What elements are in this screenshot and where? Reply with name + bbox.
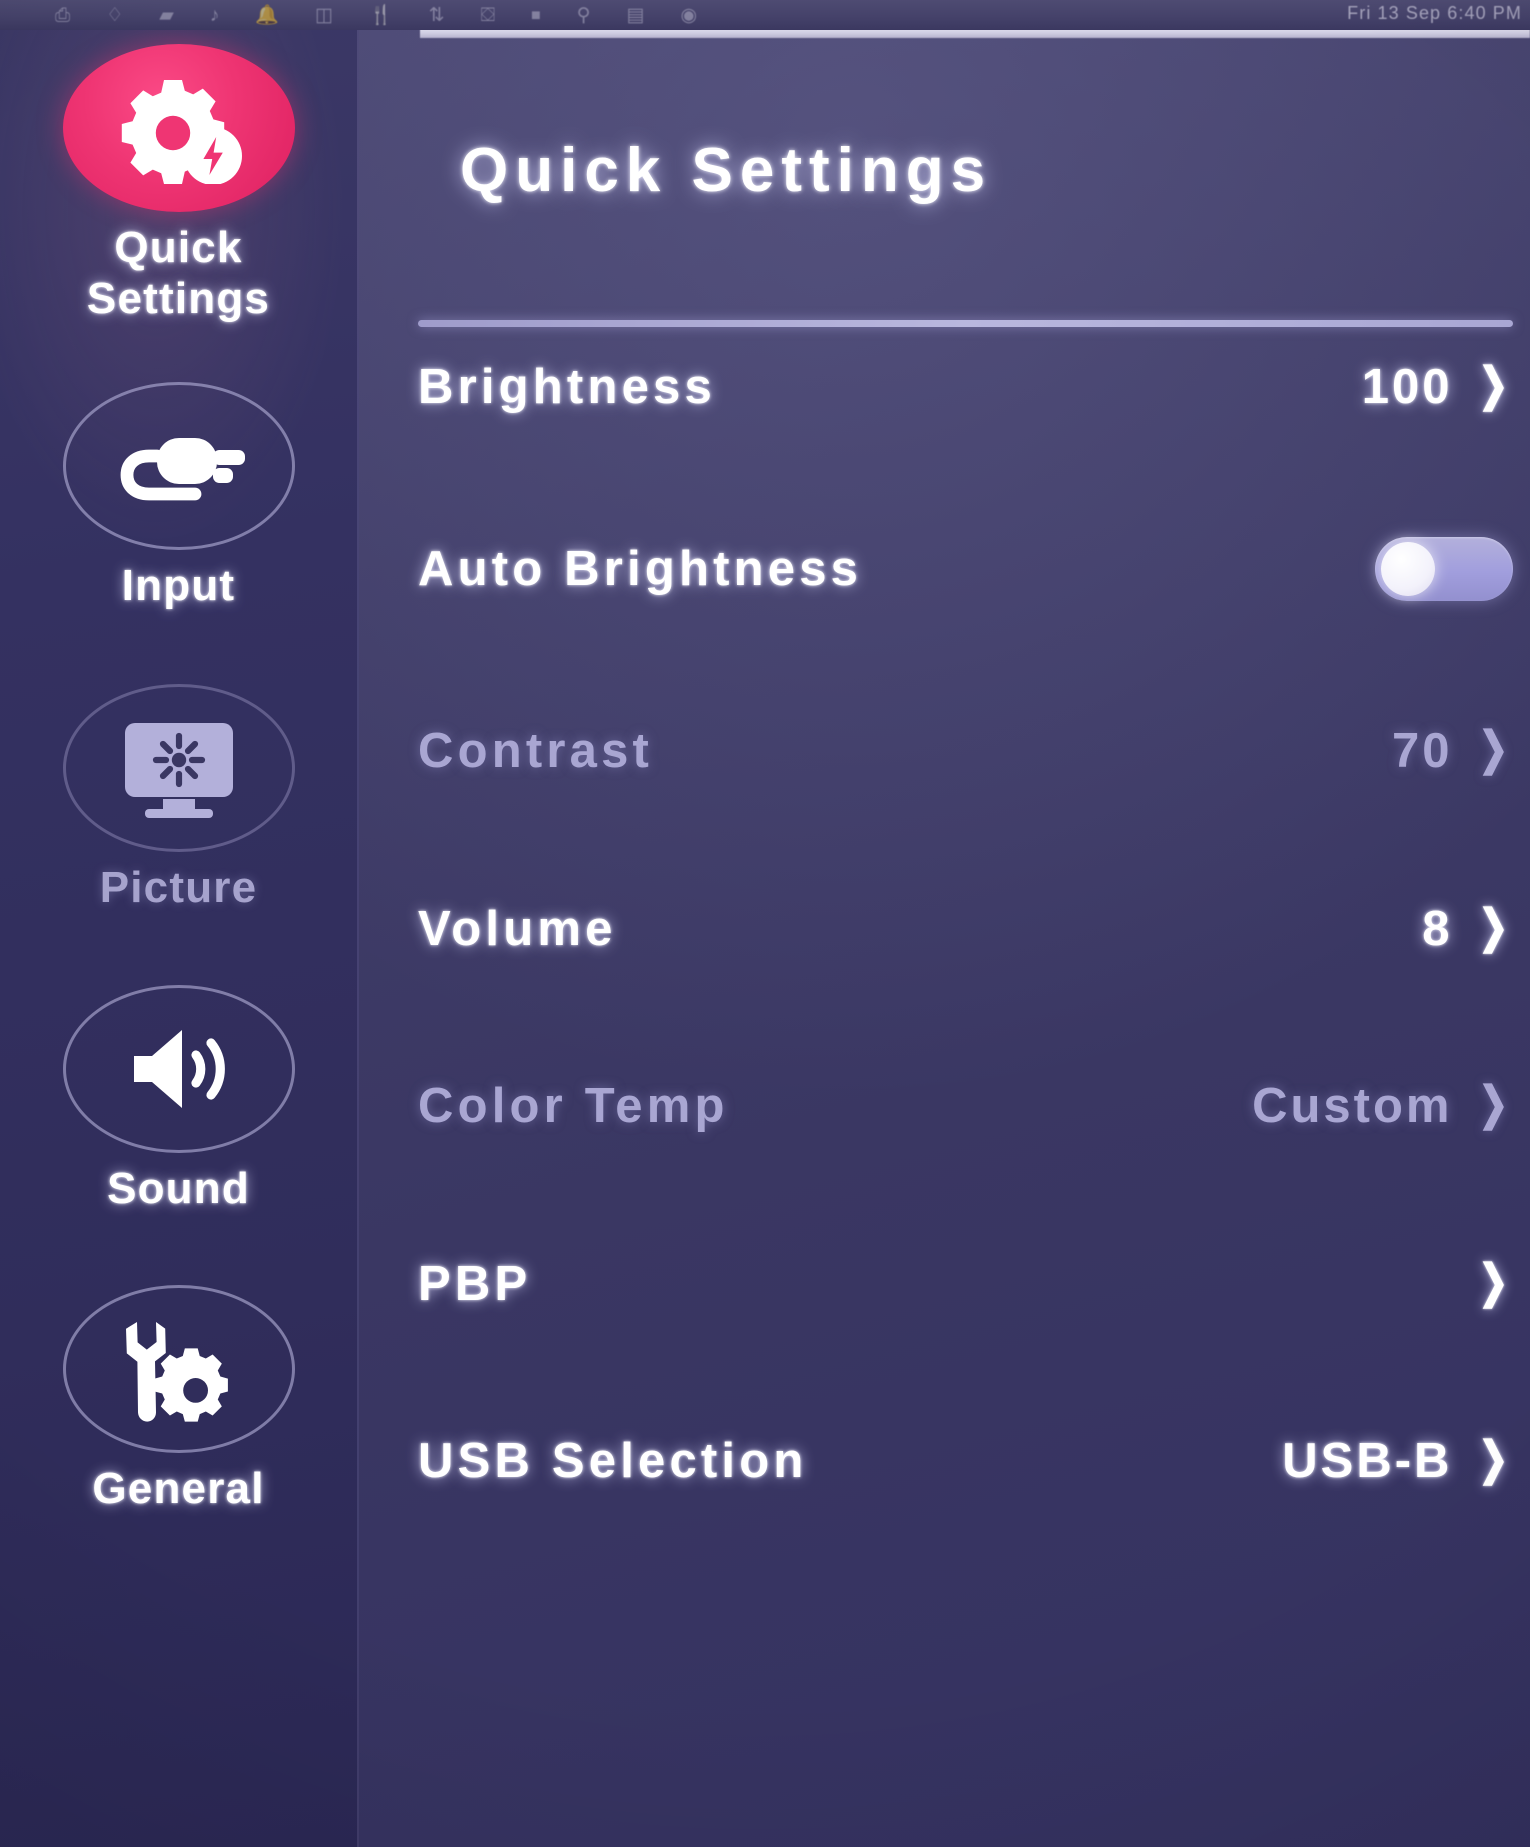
chevron-right-icon[interactable]: ❯ <box>1479 1435 1509 1481</box>
bell-icon[interactable]: 🔔 <box>255 6 279 25</box>
setting-row-auto-brightness[interactable]: Auto Brightness <box>418 530 1513 608</box>
general-icon-wrap <box>59 1283 299 1455</box>
chevron-right-icon[interactable]: ❯ <box>1479 903 1509 949</box>
system-menu-bar: ⎙ ♢ ▰ ♪ 🔔 ◫ 🍴 ⇅ ⛋ ⏹ ⚲ ▤ ◉ Fri 13 Sep 6:4… <box>0 0 1530 30</box>
search-icon[interactable]: ⚲ <box>577 6 591 25</box>
setting-label: Volume <box>418 902 617 956</box>
setting-row-volume[interactable]: Volume 8 ❯ <box>418 890 1513 968</box>
chevron-right-icon[interactable]: ❯ <box>1479 1080 1509 1126</box>
setting-label: Brightness <box>418 360 716 414</box>
setting-row-contrast[interactable]: Contrast 70 ❯ <box>418 712 1513 790</box>
sidebar-item-label: Picture <box>99 863 258 912</box>
setting-row-brightness[interactable]: Brightness 100 ❯ <box>418 348 1513 426</box>
setting-value: 100 <box>1361 360 1453 414</box>
wrench-gear-icon <box>125 1322 228 1422</box>
setting-value: USB-B <box>1282 1434 1453 1488</box>
quick-settings-icon-wrap <box>59 42 299 214</box>
osd-overlay: Quick Settings Input Picture Sound Gener… <box>0 30 1530 1847</box>
setting-control[interactable] <box>1375 537 1513 601</box>
screenshot-icon[interactable]: ▰ <box>159 6 174 25</box>
sidebar-item-label: Sound <box>107 1164 250 1213</box>
sidebar-item-quick-settings[interactable]: Quick Settings <box>0 42 357 325</box>
setting-label: Contrast <box>418 724 654 778</box>
screen-share-icon[interactable]: ⎙ <box>55 6 70 25</box>
battery-icon[interactable]: ⛋ <box>481 6 495 25</box>
sidebar-item-sound[interactable]: Sound <box>0 983 357 1214</box>
chevron-right-icon[interactable]: ❯ <box>1479 1258 1509 1304</box>
setting-label: PBP <box>418 1257 532 1311</box>
setting-row-pbp[interactable]: PBP ❯ <box>418 1245 1513 1323</box>
monitor-brightness-icon <box>124 723 233 818</box>
setting-control[interactable]: Custom ❯ <box>1252 1078 1513 1134</box>
sidebar-item-label: General <box>92 1464 265 1513</box>
title-divider <box>418 320 1513 327</box>
setting-value: Custom <box>1252 1079 1453 1133</box>
dropbox-icon[interactable]: ♢ <box>106 6 123 25</box>
input-icon-wrap <box>59 380 299 552</box>
setting-label: Auto Brightness <box>418 542 863 596</box>
toggle-knob <box>1381 542 1435 596</box>
cutlery-icon[interactable]: 🍴 <box>369 6 393 25</box>
setting-control[interactable]: ❯ <box>1452 1258 1513 1307</box>
setting-row-color-temp[interactable]: Color Temp Custom ❯ <box>418 1067 1513 1145</box>
speaker-waves-icon <box>133 1030 225 1108</box>
plug-connector-icon <box>120 438 245 501</box>
picture-icon-wrap <box>59 682 299 854</box>
sidebar-item-label: Quick Settings <box>86 223 271 324</box>
setting-control[interactable]: USB-B ❯ <box>1282 1433 1513 1489</box>
wifi-icon[interactable]: ⏹ <box>531 6 541 25</box>
setting-value: 70 <box>1391 724 1453 778</box>
setting-value: 8 <box>1422 902 1453 956</box>
audio-mixer-icon[interactable]: ◫ <box>315 6 333 25</box>
setting-control[interactable]: 70 ❯ <box>1392 723 1513 779</box>
volume-mute-icon[interactable]: ♪ <box>210 6 220 25</box>
chevron-right-icon[interactable]: ❯ <box>1479 725 1509 771</box>
gear-bolt-icon <box>121 80 242 184</box>
bluetooth-icon[interactable]: ⇅ <box>429 6 445 25</box>
sidebar-item-general[interactable]: General <box>0 1283 357 1514</box>
monitor-osd-screenshot: ⎙ ♢ ▰ ♪ 🔔 ◫ 🍴 ⇅ ⛋ ⏹ ⚲ ▤ ◉ Fri 13 Sep 6:4… <box>0 0 1530 1847</box>
auto-brightness-toggle[interactable] <box>1375 537 1513 601</box>
sidebar-item-picture[interactable]: Picture <box>0 682 357 913</box>
page-title: Quick Settings <box>460 136 993 205</box>
setting-row-usb-selection[interactable]: USB Selection USB-B ❯ <box>418 1422 1513 1500</box>
setting-control[interactable]: 8 ❯ <box>1422 901 1513 957</box>
setting-label: Color Temp <box>418 1079 729 1133</box>
chevron-right-icon[interactable]: ❯ <box>1479 361 1509 407</box>
setting-label: USB Selection <box>418 1434 808 1488</box>
sidebar-item-input[interactable]: Input <box>0 380 357 611</box>
control-center-icon[interactable]: ▤ <box>627 6 645 25</box>
sound-icon-wrap <box>59 983 299 1155</box>
setting-control[interactable]: 100 ❯ <box>1362 359 1513 415</box>
user-avatar-icon[interactable]: ◉ <box>680 6 697 25</box>
sidebar-item-label: Input <box>121 561 236 610</box>
menu-bar-clock[interactable]: Fri 13 Sep 6:40 PM <box>1347 3 1522 24</box>
